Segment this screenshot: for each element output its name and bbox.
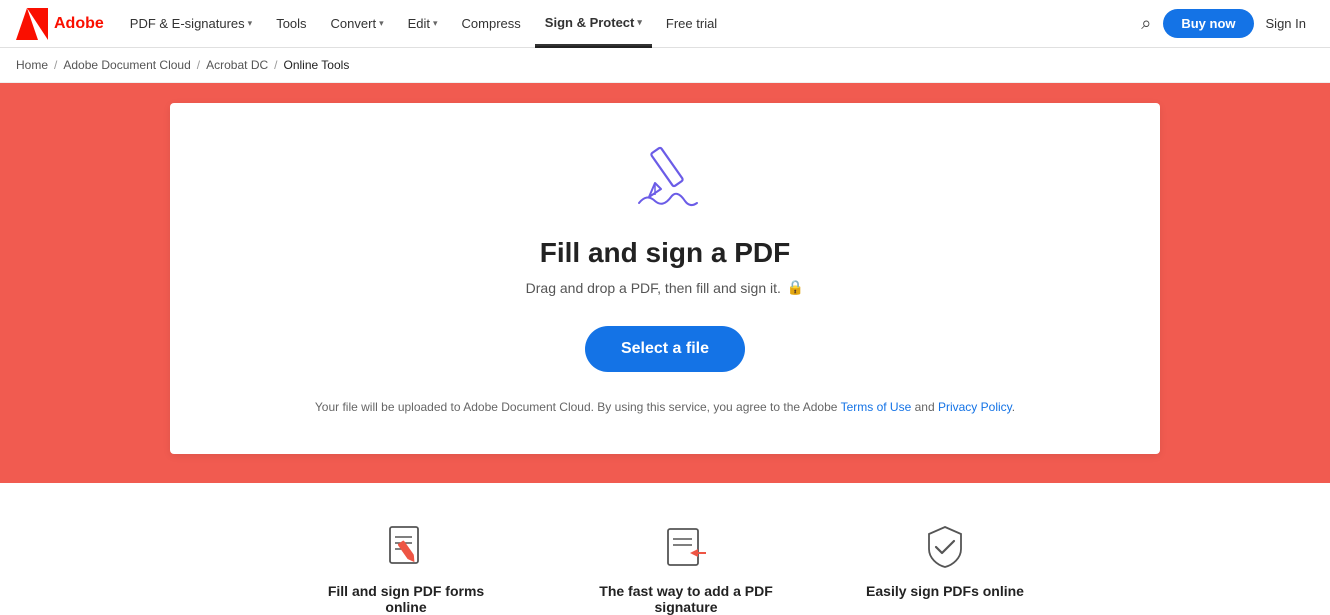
- hero-title: Fill and sign a PDF: [540, 237, 790, 269]
- hero-subtitle: Drag and drop a PDF, then fill and sign …: [526, 279, 805, 296]
- feature-sign-pdfs: Easily sign PDFs online: [866, 523, 1024, 615]
- breadcrumb-sep-1: /: [54, 58, 57, 72]
- chevron-down-icon: ▾: [637, 17, 642, 28]
- sign-in-link[interactable]: Sign In: [1258, 16, 1314, 31]
- breadcrumb-home[interactable]: Home: [16, 58, 48, 72]
- adobe-wordmark: Adobe: [54, 15, 104, 33]
- hero-disclaimer: Your file will be uploaded to Adobe Docu…: [315, 400, 1015, 414]
- privacy-policy-link[interactable]: Privacy Policy: [938, 400, 1012, 414]
- adobe-logo[interactable]: Adobe: [16, 8, 104, 40]
- breadcrumb-sep-2: /: [197, 58, 200, 72]
- feature-sign-pdfs-icon: [921, 523, 969, 571]
- nav-convert[interactable]: Convert ▾: [321, 0, 394, 48]
- nav-compress[interactable]: Compress: [452, 0, 531, 48]
- chevron-down-icon: ▾: [248, 18, 253, 29]
- breadcrumb: Home / Adobe Document Cloud / Acrobat DC…: [0, 48, 1330, 83]
- feature-add-signature-label: The fast way to add a PDF signature: [586, 583, 786, 615]
- search-icon[interactable]: ⌕: [1133, 13, 1159, 34]
- select-file-button[interactable]: Select a file: [585, 326, 745, 372]
- nav-sign-protect[interactable]: Sign & Protect ▾: [535, 0, 652, 48]
- sign-icon-area: [625, 143, 705, 213]
- feature-fill-sign: Fill and sign PDF forms online: [306, 523, 506, 615]
- terms-of-use-link[interactable]: Terms of Use: [841, 400, 912, 414]
- breadcrumb-sep-3: /: [274, 58, 277, 72]
- chevron-down-icon: ▾: [379, 18, 384, 29]
- chevron-down-icon: ▾: [433, 18, 438, 29]
- breadcrumb-current: Online Tools: [284, 58, 350, 72]
- nav-tools[interactable]: Tools: [266, 0, 316, 48]
- breadcrumb-acrobat-dc[interactable]: Acrobat DC: [206, 58, 268, 72]
- nav-edit[interactable]: Edit ▾: [398, 0, 448, 48]
- feature-add-signature-icon: [662, 523, 710, 571]
- features-section: Fill and sign PDF forms online The fast …: [0, 483, 1330, 615]
- lock-icon: 🔒: [787, 279, 804, 296]
- navbar: Adobe PDF & E-signatures ▾ Tools Convert…: [0, 0, 1330, 48]
- feature-fill-sign-label: Fill and sign PDF forms online: [306, 583, 506, 615]
- feature-add-signature: The fast way to add a PDF signature: [586, 523, 786, 615]
- hero-card: Fill and sign a PDF Drag and drop a PDF,…: [170, 103, 1160, 454]
- buy-now-button[interactable]: Buy now: [1163, 9, 1253, 38]
- nav-free-trial[interactable]: Free trial: [656, 0, 727, 48]
- nav-pdf-esignatures[interactable]: PDF & E-signatures ▾: [120, 0, 262, 48]
- feature-fill-sign-icon: [382, 523, 430, 571]
- feature-sign-pdfs-label: Easily sign PDFs online: [866, 583, 1024, 599]
- hero-section: Fill and sign a PDF Drag and drop a PDF,…: [0, 83, 1330, 483]
- fill-sign-icon: [625, 143, 705, 213]
- breadcrumb-document-cloud[interactable]: Adobe Document Cloud: [63, 58, 190, 72]
